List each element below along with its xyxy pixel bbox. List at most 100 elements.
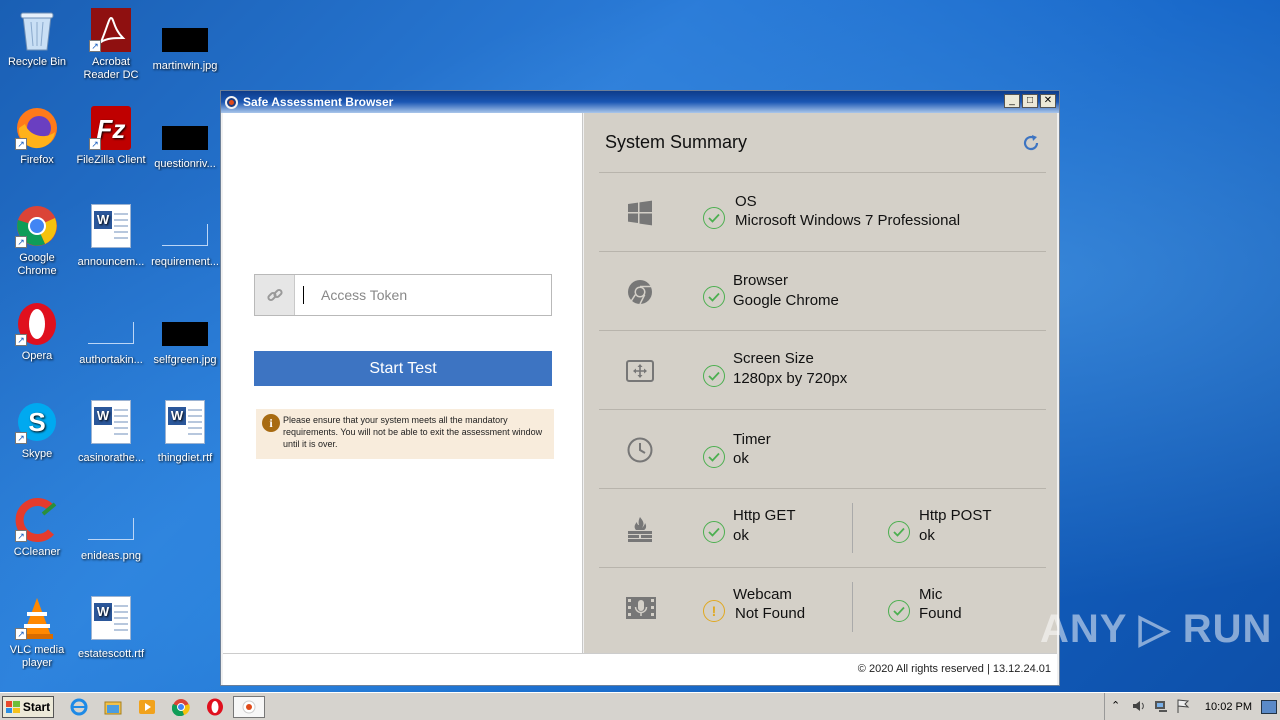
svg-text:S: S — [28, 407, 45, 437]
summary-title: System Summary — [605, 132, 748, 152]
word-document-icon: W — [91, 596, 131, 640]
desktop-icon-thingdiet[interactable]: W thingdiet.rtf — [148, 400, 222, 465]
browser-label: Browser — [733, 272, 789, 289]
desktop-icon-firefox[interactable]: ↗ Firefox — [0, 106, 74, 167]
screen-size-value: 1280px by 720px — [733, 370, 848, 387]
window-title: Safe Assessment Browser — [243, 95, 394, 109]
desktop-icon-filezilla[interactable]: Fz ↗ FileZilla Client — [74, 106, 148, 167]
http-post-value: ok — [919, 527, 935, 544]
desktop-icon-label: Firefox — [20, 154, 54, 166]
http-get-value: ok — [733, 527, 749, 544]
network-icon[interactable] — [1153, 698, 1171, 716]
maximize-button[interactable]: □ — [1022, 94, 1038, 108]
status-ok-icon — [888, 521, 910, 543]
show-desktop-icon[interactable] — [1261, 700, 1277, 714]
start-test-button[interactable]: Start Test — [254, 351, 552, 386]
desktop-icon-acrobat[interactable]: ↗ Acrobat Reader DC — [74, 8, 148, 82]
close-button[interactable]: ✕ — [1040, 94, 1056, 108]
desktop-icon-label: Google Chrome — [17, 252, 57, 277]
desktop-icon-ccleaner[interactable]: ↗ CCleaner — [0, 498, 74, 559]
system-tray: ⌃ 10:02 PM — [1104, 693, 1280, 720]
shortcut-arrow-icon: ↗ — [15, 530, 27, 542]
chrome-icon: ↗ — [15, 204, 59, 248]
action-center-flag-icon[interactable] — [1175, 698, 1193, 716]
anyrun-watermark: ANY ▷ RUN — [1040, 607, 1273, 651]
shortcut-arrow-icon: ↗ — [89, 40, 101, 52]
desktop-icon-casinorathe[interactable]: W casinorathe... — [74, 400, 148, 465]
app-logo-icon — [225, 95, 238, 109]
file-explorer-icon[interactable] — [104, 698, 122, 716]
status-ok-icon — [703, 365, 725, 387]
recycle-bin-icon — [15, 8, 59, 52]
desktop-icon-opera[interactable]: ↗ Opera — [0, 302, 74, 363]
status-ok-icon — [703, 286, 725, 308]
shortcut-arrow-icon: ↗ — [15, 236, 27, 248]
desktop-icon-label: CCleaner — [13, 546, 61, 558]
start-button[interactable]: Start — [2, 696, 54, 718]
desktop-icon-label: authortakin... — [79, 354, 143, 366]
image-thumbnail-icon — [162, 322, 208, 346]
opera-taskbar-icon[interactable] — [206, 698, 224, 716]
internet-explorer-icon[interactable] — [70, 698, 88, 716]
desktop-icon-skype[interactable]: S ↗ Skype — [0, 400, 74, 461]
refresh-icon[interactable] — [1021, 133, 1041, 153]
desktop-icon-label: martinwin.jpg — [152, 60, 218, 72]
desktop-icon-label: announcem... — [77, 256, 145, 268]
link-icon — [255, 275, 295, 315]
ccleaner-icon: ↗ — [15, 498, 59, 542]
chrome-taskbar-icon[interactable] — [171, 698, 190, 717]
http-get-label: Http GET — [733, 507, 796, 524]
firewall-icon — [625, 514, 655, 544]
desktop-icon-estatescott[interactable]: W estatescott.rtf — [74, 596, 148, 661]
image-thumbnail-icon — [162, 126, 208, 150]
desktop-icon-martinwin[interactable]: martinwin.jpg — [148, 8, 222, 73]
shortcut-arrow-icon: ↗ — [15, 628, 27, 640]
image-thumbnail-icon — [162, 28, 208, 52]
status-warning-icon: ! — [703, 600, 725, 622]
summary-row-screen-size: Screen Size 1280px by 720px — [599, 330, 1046, 409]
desktop-icon-recycle-bin[interactable]: Recycle Bin — [0, 8, 74, 69]
safe-assessment-browser-window: Safe Assessment Browser _ □ ✕ Start Test… — [220, 90, 1060, 686]
show-hidden-icons-icon[interactable]: ⌃ — [1111, 699, 1129, 717]
desktop-icon-vlc[interactable]: ↗ VLC media player — [0, 596, 74, 670]
summary-row-os: OS Microsoft Windows 7 Professional — [599, 172, 1046, 251]
taskbar-clock[interactable]: 10:02 PM — [1205, 701, 1252, 713]
firefox-icon: ↗ — [15, 106, 59, 150]
safe-browser-taskbar-button[interactable] — [233, 696, 265, 718]
minimize-button[interactable]: _ — [1004, 94, 1020, 108]
shortcut-arrow-icon: ↗ — [15, 138, 27, 150]
status-ok-icon — [703, 446, 725, 468]
desktop-icon-enideas[interactable]: enideas.png — [74, 498, 148, 563]
desktop-icon-authortakin[interactable]: authortakin... — [74, 302, 148, 367]
desktop-icon-label: Skype — [21, 448, 53, 460]
login-pane: Start Test i Please ensure that your sys… — [223, 113, 583, 653]
media-player-icon[interactable] — [138, 698, 156, 716]
desktop-icon-google-chrome[interactable]: ↗ Google Chrome — [0, 204, 74, 278]
desktop-icon-questionriv[interactable]: questionriv... — [148, 106, 222, 171]
desktop-icon-requirement[interactable]: requirement... — [148, 204, 222, 269]
clock-icon — [625, 435, 655, 465]
http-post-label: Http POST — [919, 507, 992, 524]
system-summary-pane: System Summary OS Microsoft Windows 7 Pr… — [584, 113, 1057, 653]
desktop-icon-label: Recycle Bin — [7, 56, 67, 68]
status-ok-icon — [888, 600, 910, 622]
shortcut-arrow-icon: ↗ — [15, 334, 27, 346]
desktop-icon-label: VLC media player — [9, 644, 65, 669]
desktop-icon-announcem[interactable]: W announcem... — [74, 204, 148, 269]
word-document-icon: W — [91, 204, 131, 248]
summary-row-http: Http GET ok Http POST ok — [599, 488, 1046, 567]
file-thumbnail-icon — [88, 518, 134, 540]
access-token-field[interactable] — [254, 274, 552, 316]
windows-icon — [625, 198, 655, 228]
desktop-icon-label: selfgreen.jpg — [153, 354, 217, 366]
volume-icon[interactable] — [1131, 698, 1149, 716]
mic-value: Found — [919, 605, 962, 622]
window-titlebar[interactable]: Safe Assessment Browser _ □ ✕ — [221, 91, 1059, 113]
desktop-icon-label: questionriv... — [154, 158, 216, 170]
notice-text: Please ensure that your system meets all… — [283, 415, 543, 449]
requirements-notice: i Please ensure that your system meets a… — [256, 409, 554, 459]
desktop-icon-selfgreen[interactable]: selfgreen.jpg — [148, 302, 222, 367]
access-token-input[interactable] — [303, 284, 543, 306]
summary-row-timer: Timer ok — [599, 409, 1046, 488]
skype-icon: S ↗ — [15, 400, 59, 444]
